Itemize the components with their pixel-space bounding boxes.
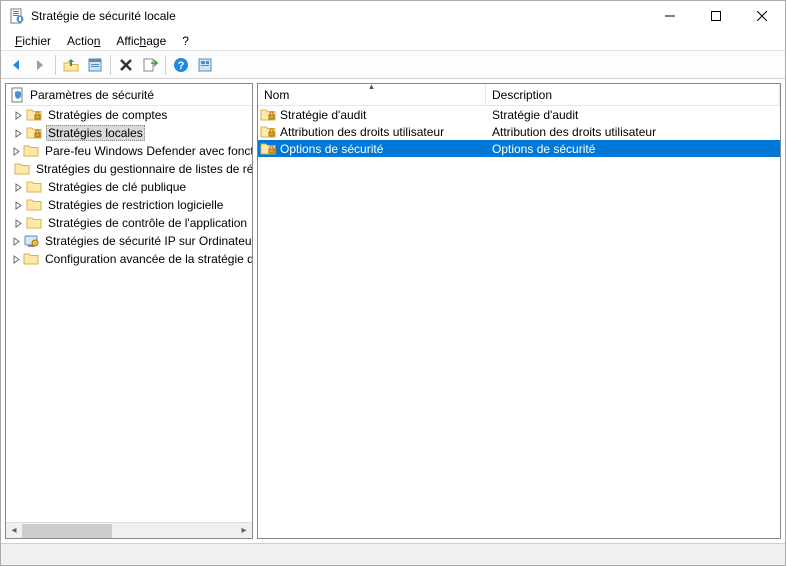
security-icon <box>10 87 26 103</box>
tree-item-label: Stratégies du gestionnaire de listes de … <box>34 162 252 176</box>
folder-icon <box>23 251 39 267</box>
tree-item[interactable]: Stratégies de comptes <box>6 106 252 124</box>
tree-item-label: Stratégies de restriction logicielle <box>46 198 225 212</box>
list-header: Nom ▲ Description <box>258 84 780 106</box>
folder-locked-icon <box>260 124 276 140</box>
folder-locked-icon <box>260 107 276 123</box>
column-name[interactable]: Nom ▲ <box>258 84 486 105</box>
tree-item[interactable]: Stratégies de restriction logicielle <box>6 196 252 214</box>
window-title: Stratégie de sécurité locale <box>31 9 647 23</box>
folder-icon <box>26 197 42 213</box>
list-row-name: Options de sécurité <box>280 142 383 156</box>
tree-item[interactable]: Stratégies du gestionnaire de listes de … <box>6 160 252 178</box>
list-cell-name: Stratégie d'audit <box>258 107 486 123</box>
expand-icon[interactable] <box>12 199 24 211</box>
tree-item[interactable]: Stratégies de sécurité IP sur Ordinateur… <box>6 232 252 250</box>
toolbar-separator <box>55 55 56 75</box>
maximize-button[interactable] <box>693 1 739 31</box>
column-description[interactable]: Description <box>486 84 780 105</box>
view-button[interactable] <box>194 54 216 76</box>
properties-button[interactable] <box>84 54 106 76</box>
list-cell-name: Attribution des droits utilisateur <box>258 124 486 140</box>
menubar: Fichier Action Affichage ? <box>1 31 785 51</box>
list-row[interactable]: Options de sécurité Options de sécurité <box>258 140 780 157</box>
toolbar <box>1 51 785 79</box>
tree-item[interactable]: Stratégies locales <box>6 124 252 142</box>
forward-button[interactable] <box>29 54 51 76</box>
menu-file[interactable]: Fichier <box>7 32 59 50</box>
folder-locked-icon <box>260 141 276 157</box>
expand-icon[interactable] <box>12 181 24 193</box>
tree-item[interactable]: Pare-feu Windows Defender avec fonctions… <box>6 142 252 160</box>
scroll-thumb[interactable] <box>22 524 112 538</box>
ipsec-icon <box>23 233 39 249</box>
up-button[interactable] <box>60 54 82 76</box>
folder-icon <box>23 143 39 159</box>
list-cell-name: Options de sécurité <box>258 141 486 157</box>
toolbar-separator <box>165 55 166 75</box>
list-cell-description: Attribution des droits utilisateur <box>486 125 780 139</box>
expand-icon[interactable] <box>12 127 24 139</box>
tree-header[interactable]: Paramètres de sécurité <box>6 84 252 106</box>
folder-icon <box>26 179 42 195</box>
toolbar-separator <box>110 55 111 75</box>
tree-body: Stratégies de comptes Stratégies locales P… <box>6 106 252 538</box>
horizontal-scrollbar[interactable]: ◂ ▸ <box>6 522 252 538</box>
statusbar <box>1 543 785 565</box>
expand-icon[interactable] <box>12 217 24 229</box>
list-row-name: Attribution des droits utilisateur <box>280 125 444 139</box>
expand-icon[interactable] <box>12 235 21 247</box>
tree-item-label: Stratégies de clé publique <box>46 180 188 194</box>
list-row[interactable]: Attribution des droits utilisateur Attrib… <box>258 123 780 140</box>
back-button[interactable] <box>5 54 27 76</box>
folder-icon <box>14 161 30 177</box>
tree-item[interactable]: Configuration avancée de la stratégie d'… <box>6 250 252 268</box>
app-icon <box>9 8 25 24</box>
tree-item[interactable]: Stratégies de contrôle de l'application <box>6 214 252 232</box>
window-controls <box>647 1 785 31</box>
tree-item-label: Configuration avancée de la stratégie d'… <box>43 252 252 266</box>
list-cell-description: Stratégie d'audit <box>486 108 780 122</box>
scroll-left-button[interactable]: ◂ <box>6 523 22 539</box>
expand-icon[interactable] <box>12 145 21 157</box>
tree-item-label: Stratégies de contrôle de l'application <box>46 216 249 230</box>
tree-item[interactable]: Stratégies de clé publique <box>6 178 252 196</box>
tree-item-label: Stratégies de sécurité IP sur Ordinateur… <box>43 234 252 248</box>
tree-item-label: Stratégies locales <box>46 125 145 141</box>
list-row-name: Stratégie d'audit <box>280 108 366 122</box>
tree-item-label: Pare-feu Windows Defender avec fonctions… <box>43 144 252 158</box>
menu-help[interactable]: ? <box>174 32 197 50</box>
tree-header-label: Paramètres de sécurité <box>30 88 154 102</box>
folder-locked-icon <box>26 125 42 141</box>
folder-icon <box>26 215 42 231</box>
help-button[interactable] <box>170 54 192 76</box>
close-button[interactable] <box>739 1 785 31</box>
content-area: Paramètres de sécurité Stratégies de com… <box>1 79 785 543</box>
sort-ascending-icon: ▲ <box>368 83 376 91</box>
folder-locked-icon <box>26 107 42 123</box>
menu-view[interactable]: Affichage <box>108 32 174 50</box>
expand-icon[interactable] <box>12 109 24 121</box>
menu-action[interactable]: Action <box>59 32 108 50</box>
delete-button[interactable] <box>115 54 137 76</box>
list-row[interactable]: Stratégie d'audit Stratégie d'audit <box>258 106 780 123</box>
list-cell-description: Options de sécurité <box>486 142 780 156</box>
titlebar: Stratégie de sécurité locale <box>1 1 785 31</box>
tree-item-label: Stratégies de comptes <box>46 108 169 122</box>
export-button[interactable] <box>139 54 161 76</box>
tree-panel: Paramètres de sécurité Stratégies de com… <box>5 83 253 539</box>
list-body: Stratégie d'auditStratégie d'auditAttrib… <box>258 106 780 538</box>
minimize-button[interactable] <box>647 1 693 31</box>
expand-icon[interactable] <box>12 253 21 265</box>
list-panel: Nom ▲ Description Stratégie d'auditStrat… <box>257 83 781 539</box>
scroll-track[interactable] <box>22 523 236 539</box>
scroll-right-button[interactable]: ▸ <box>236 523 252 539</box>
